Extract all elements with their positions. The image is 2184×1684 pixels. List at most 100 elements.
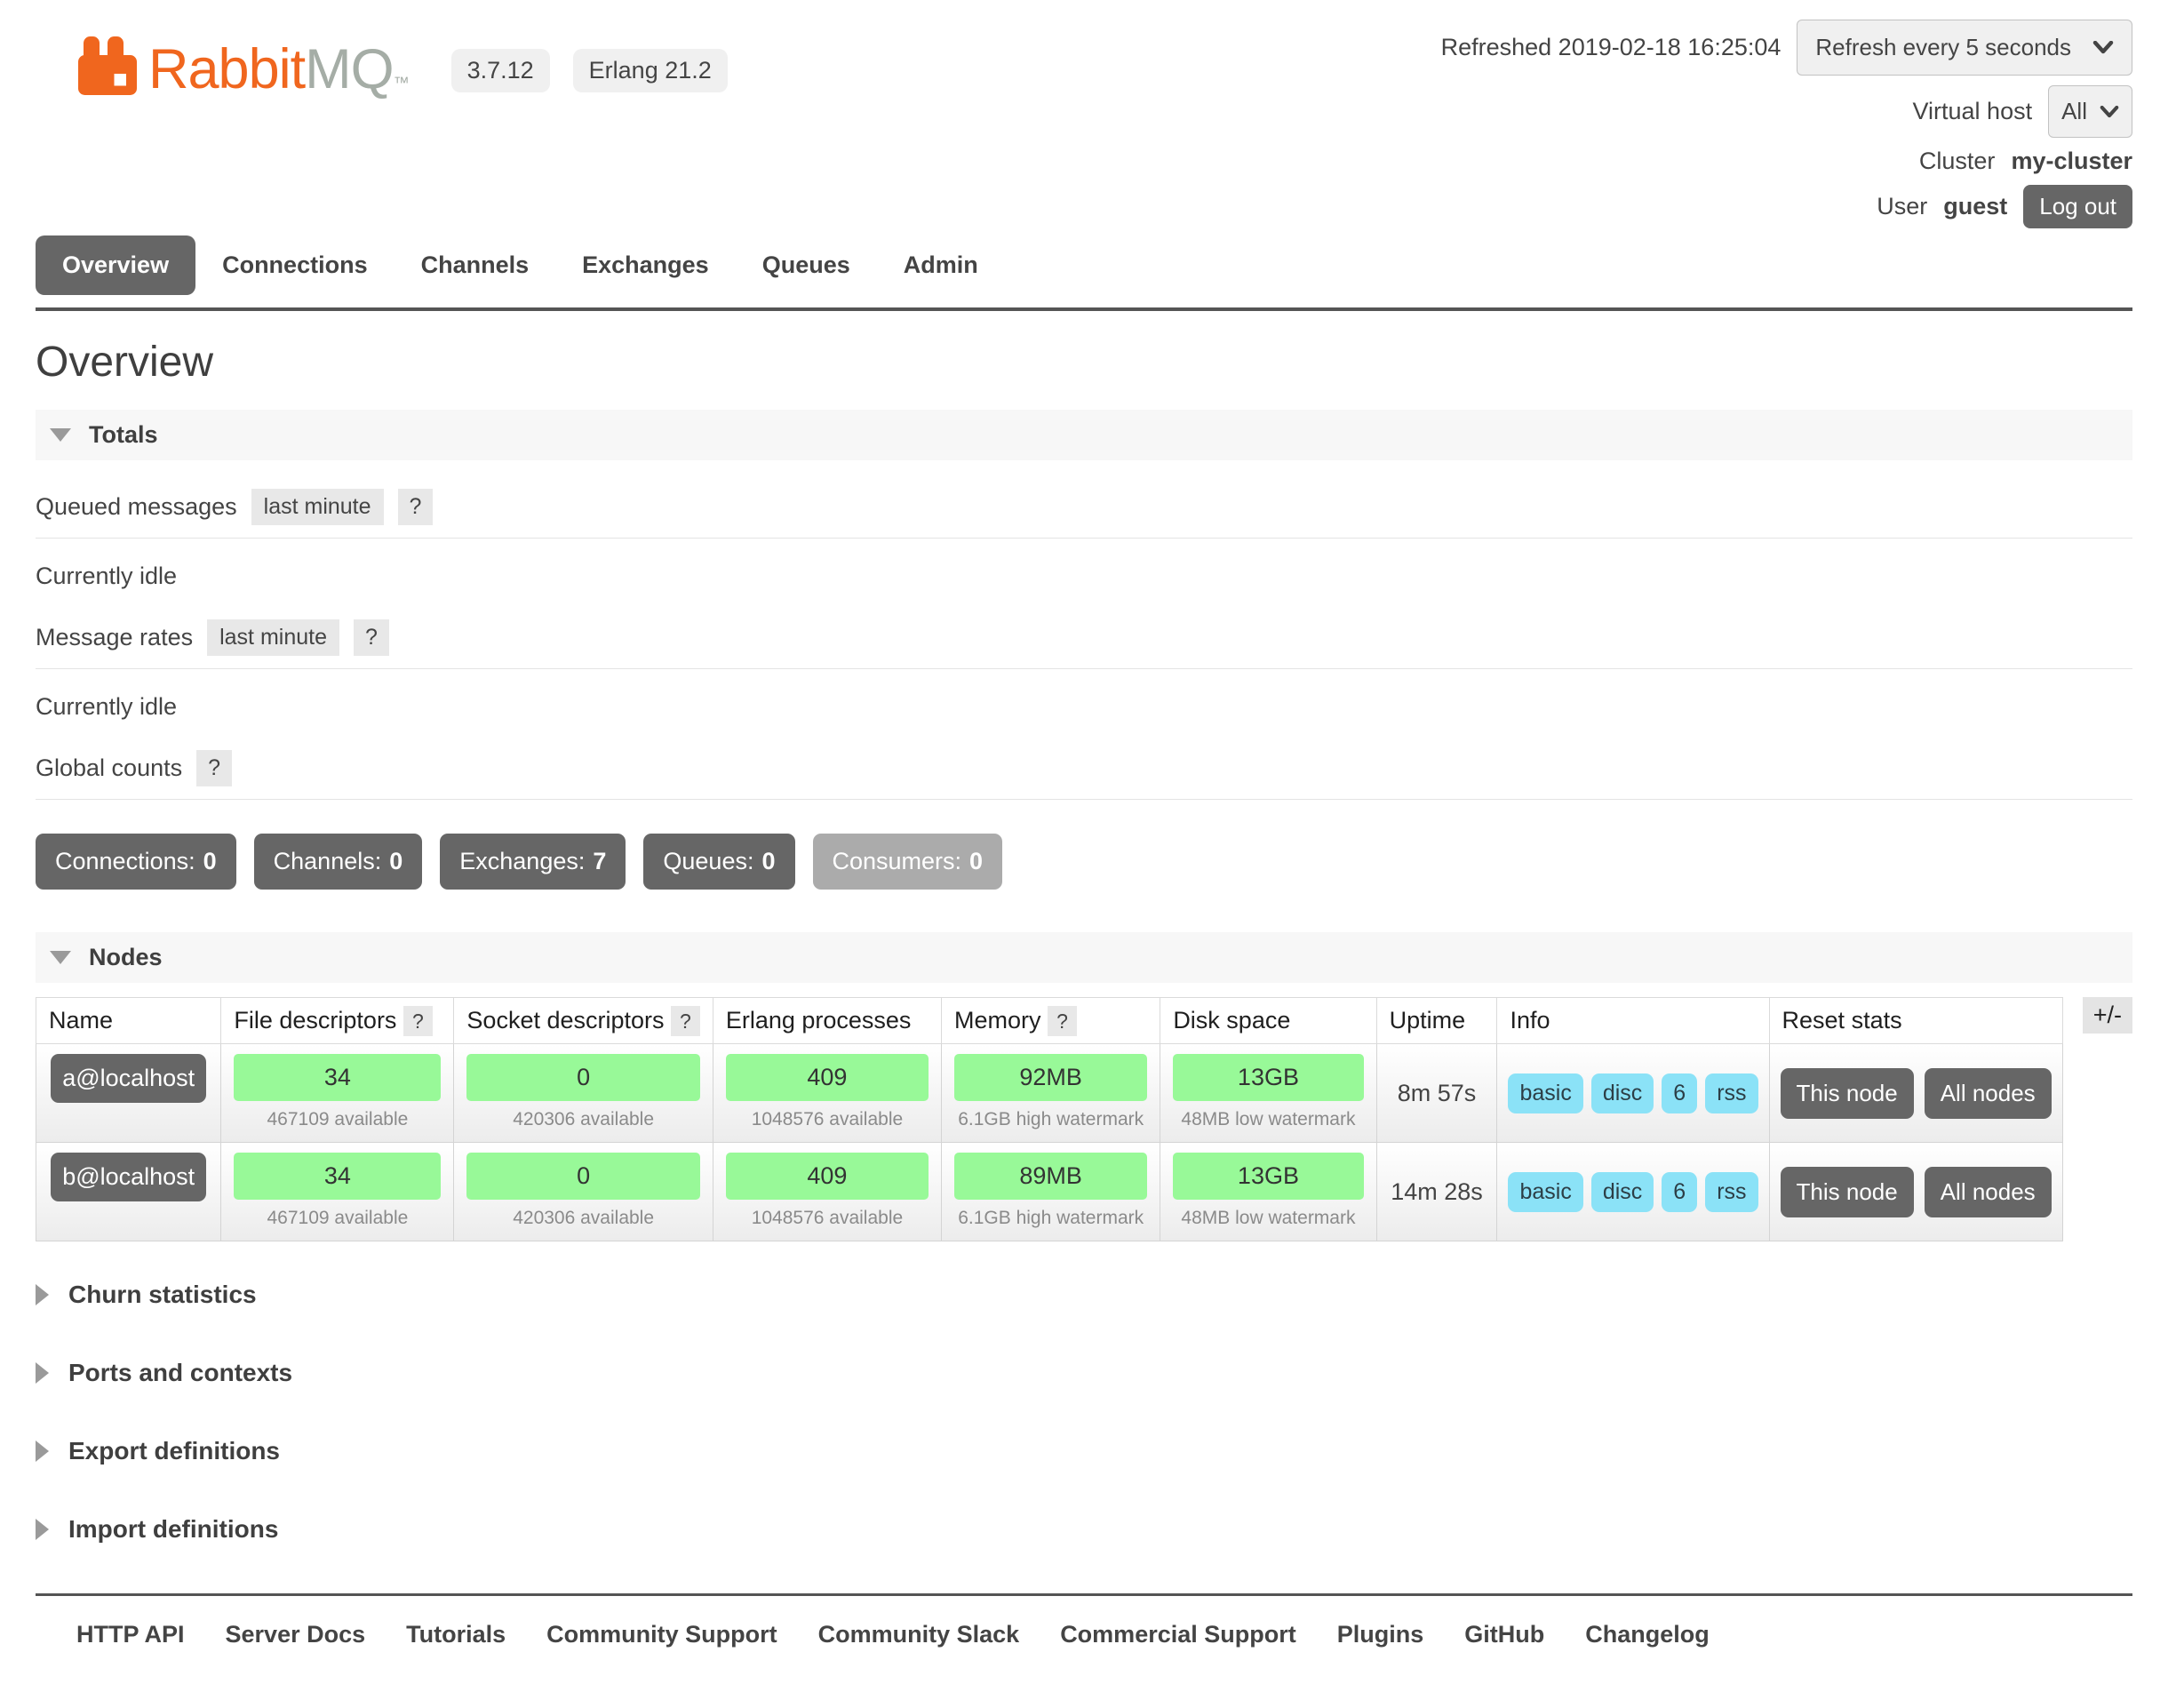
exchanges-count-badge[interactable]: Exchanges: 7 — [440, 834, 626, 890]
erlang-processes-detail: 1048576 available — [721, 1208, 934, 1229]
tab-connections[interactable]: Connections — [195, 235, 395, 295]
churn-statistics-title: Churn statistics — [68, 1281, 257, 1309]
queued-messages-header: Queued messages last minute ? — [36, 460, 2132, 539]
node-name-cell: a@localhost — [36, 1044, 221, 1143]
col-erlang-processes-label: Erlang processes — [726, 1007, 912, 1034]
footer-link-plugins[interactable]: Plugins — [1337, 1621, 1424, 1648]
socket-descriptors-detail: 420306 available — [461, 1109, 705, 1130]
queues-count-value: 0 — [761, 848, 775, 874]
tab-channels[interactable]: Channels — [395, 235, 556, 295]
footer-link-changelog[interactable]: Changelog — [1585, 1621, 1710, 1648]
channels-count-badge[interactable]: Channels:0 — [254, 834, 423, 890]
reset-buttons: This node All nodes — [1777, 1068, 2055, 1119]
queues-count-label: Queues: — [663, 848, 753, 874]
file-descriptors-detail: 467109 available — [228, 1208, 446, 1229]
queued-messages-filter[interactable]: last minute — [251, 489, 384, 525]
column-toggle-button[interactable]: +/- — [2083, 997, 2132, 1034]
col-info: Info — [1497, 998, 1769, 1044]
triangle-right-icon — [36, 1519, 49, 1540]
reset-stats-cell: This node All nodes — [1769, 1044, 2062, 1143]
tab-exchanges[interactable]: Exchanges — [555, 235, 736, 295]
refresh-interval-select[interactable]: Refresh every 5 seconds — [1797, 20, 2132, 76]
page: RabbitMQ™ 3.7.12 Erlang 21.2 Refreshed 2… — [0, 0, 2184, 1684]
socket-descriptors-cell: 0 420306 available — [454, 1044, 713, 1143]
tab-queues[interactable]: Queues — [736, 235, 877, 295]
col-info-label: Info — [1510, 1007, 1550, 1034]
tab-admin[interactable]: Admin — [877, 235, 1005, 295]
version-badge: 3.7.12 — [451, 49, 550, 92]
info-badge-plugins-count: 6 — [1662, 1172, 1697, 1212]
brand-block: RabbitMQ™ 3.7.12 Erlang 21.2 — [76, 34, 728, 98]
memory-bar: 92MB — [954, 1054, 1147, 1101]
info-badge-plugins-count: 6 — [1662, 1073, 1697, 1113]
file-descriptors-cell: 34 467109 available — [221, 1044, 454, 1143]
version-badges: 3.7.12 Erlang 21.2 — [451, 49, 728, 92]
ports-and-contexts-section[interactable]: Ports and contexts — [36, 1359, 2132, 1387]
col-socket-descriptors-label: Socket descriptors — [466, 1007, 664, 1034]
churn-statistics-section[interactable]: Churn statistics — [36, 1281, 2132, 1309]
node-name-badge[interactable]: b@localhost — [51, 1153, 206, 1201]
footer-link-community-slack[interactable]: Community Slack — [818, 1621, 1020, 1648]
socket-descriptors-help[interactable]: ? — [671, 1006, 700, 1036]
reset-all-nodes-button[interactable]: All nodes — [1925, 1167, 2052, 1217]
erlang-processes-detail: 1048576 available — [721, 1109, 934, 1130]
memory-help[interactable]: ? — [1048, 1006, 1077, 1036]
message-rates-help[interactable]: ? — [354, 619, 389, 656]
import-definitions-section[interactable]: Import definitions — [36, 1515, 2132, 1544]
reset-all-nodes-button[interactable]: All nodes — [1925, 1068, 2052, 1119]
chevron-down-icon — [2100, 106, 2119, 118]
message-rates-header: Message rates last minute ? — [36, 614, 2132, 669]
col-file-descriptors: File descriptors ? — [221, 998, 454, 1044]
socket-descriptors-bar: 0 — [466, 1054, 699, 1101]
disk-space-cell: 13GB 48MB low watermark — [1160, 1143, 1376, 1241]
consumers-count-badge[interactable]: Consumers:0 — [813, 834, 1003, 890]
queued-messages-help[interactable]: ? — [398, 489, 434, 525]
info-badge-basic: basic — [1508, 1073, 1582, 1113]
user-row: User guest Log out — [1877, 185, 2132, 228]
file-descriptors-detail: 467109 available — [228, 1109, 446, 1130]
footer-link-community-support[interactable]: Community Support — [546, 1621, 777, 1648]
memory-cell: 89MB 6.1GB high watermark — [942, 1143, 1160, 1241]
triangle-down-icon — [50, 951, 71, 964]
channels-count-label: Channels: — [274, 848, 382, 874]
cluster-label: Cluster — [1919, 148, 1996, 175]
nav-tabs: Overview Connections Channels Exchanges … — [36, 235, 2132, 295]
reset-stats-cell: This node All nodes — [1769, 1143, 2062, 1241]
node-name-cell: b@localhost — [36, 1143, 221, 1241]
consumers-count-label: Consumers: — [833, 848, 962, 874]
message-rates-filter[interactable]: last minute — [207, 619, 339, 656]
virtual-host-select[interactable]: All — [2048, 85, 2132, 138]
nodes-section-header[interactable]: Nodes — [36, 932, 2132, 983]
footer-link-http-api[interactable]: HTTP API — [76, 1621, 185, 1648]
brand-wordmark: RabbitMQ™ — [148, 42, 409, 98]
global-counts-help[interactable]: ? — [196, 750, 232, 786]
totals-section-header[interactable]: Totals — [36, 410, 2132, 460]
export-definitions-title: Export definitions — [68, 1437, 280, 1465]
memory-detail: 6.1GB high watermark — [949, 1208, 1152, 1229]
footer-link-server-docs[interactable]: Server Docs — [226, 1621, 366, 1648]
file-descriptors-help[interactable]: ? — [403, 1006, 433, 1036]
queued-messages-label: Queued messages — [36, 493, 237, 521]
totals-section-title: Totals — [89, 421, 158, 449]
col-uptime: Uptime — [1376, 998, 1497, 1044]
logout-button[interactable]: Log out — [2023, 185, 2132, 228]
exchanges-count-value: 7 — [593, 848, 606, 874]
queues-count-badge[interactable]: Queues: 0 — [643, 834, 794, 890]
connections-count-badge[interactable]: Connections:0 — [36, 834, 236, 890]
col-reset-stats: Reset stats — [1769, 998, 2062, 1044]
info-cell: basic disc 6 rss — [1497, 1143, 1769, 1241]
import-definitions-title: Import definitions — [68, 1515, 278, 1544]
exchanges-count-label: Exchanges: — [459, 848, 585, 874]
erlang-processes-cell: 409 1048576 available — [713, 1143, 941, 1241]
footer-link-github[interactable]: GitHub — [1464, 1621, 1544, 1648]
reset-this-node-button[interactable]: This node — [1781, 1068, 1914, 1119]
footer-link-commercial-support[interactable]: Commercial Support — [1060, 1621, 1296, 1648]
triangle-right-icon — [36, 1441, 49, 1462]
node-name-badge[interactable]: a@localhost — [51, 1054, 206, 1103]
tab-overview[interactable]: Overview — [36, 235, 195, 295]
cluster-row: Cluster my-cluster — [1919, 148, 2132, 175]
info-badge-disc: disc — [1591, 1172, 1654, 1212]
reset-this-node-button[interactable]: This node — [1781, 1167, 1914, 1217]
export-definitions-section[interactable]: Export definitions — [36, 1437, 2132, 1465]
footer-link-tutorials[interactable]: Tutorials — [406, 1621, 506, 1648]
